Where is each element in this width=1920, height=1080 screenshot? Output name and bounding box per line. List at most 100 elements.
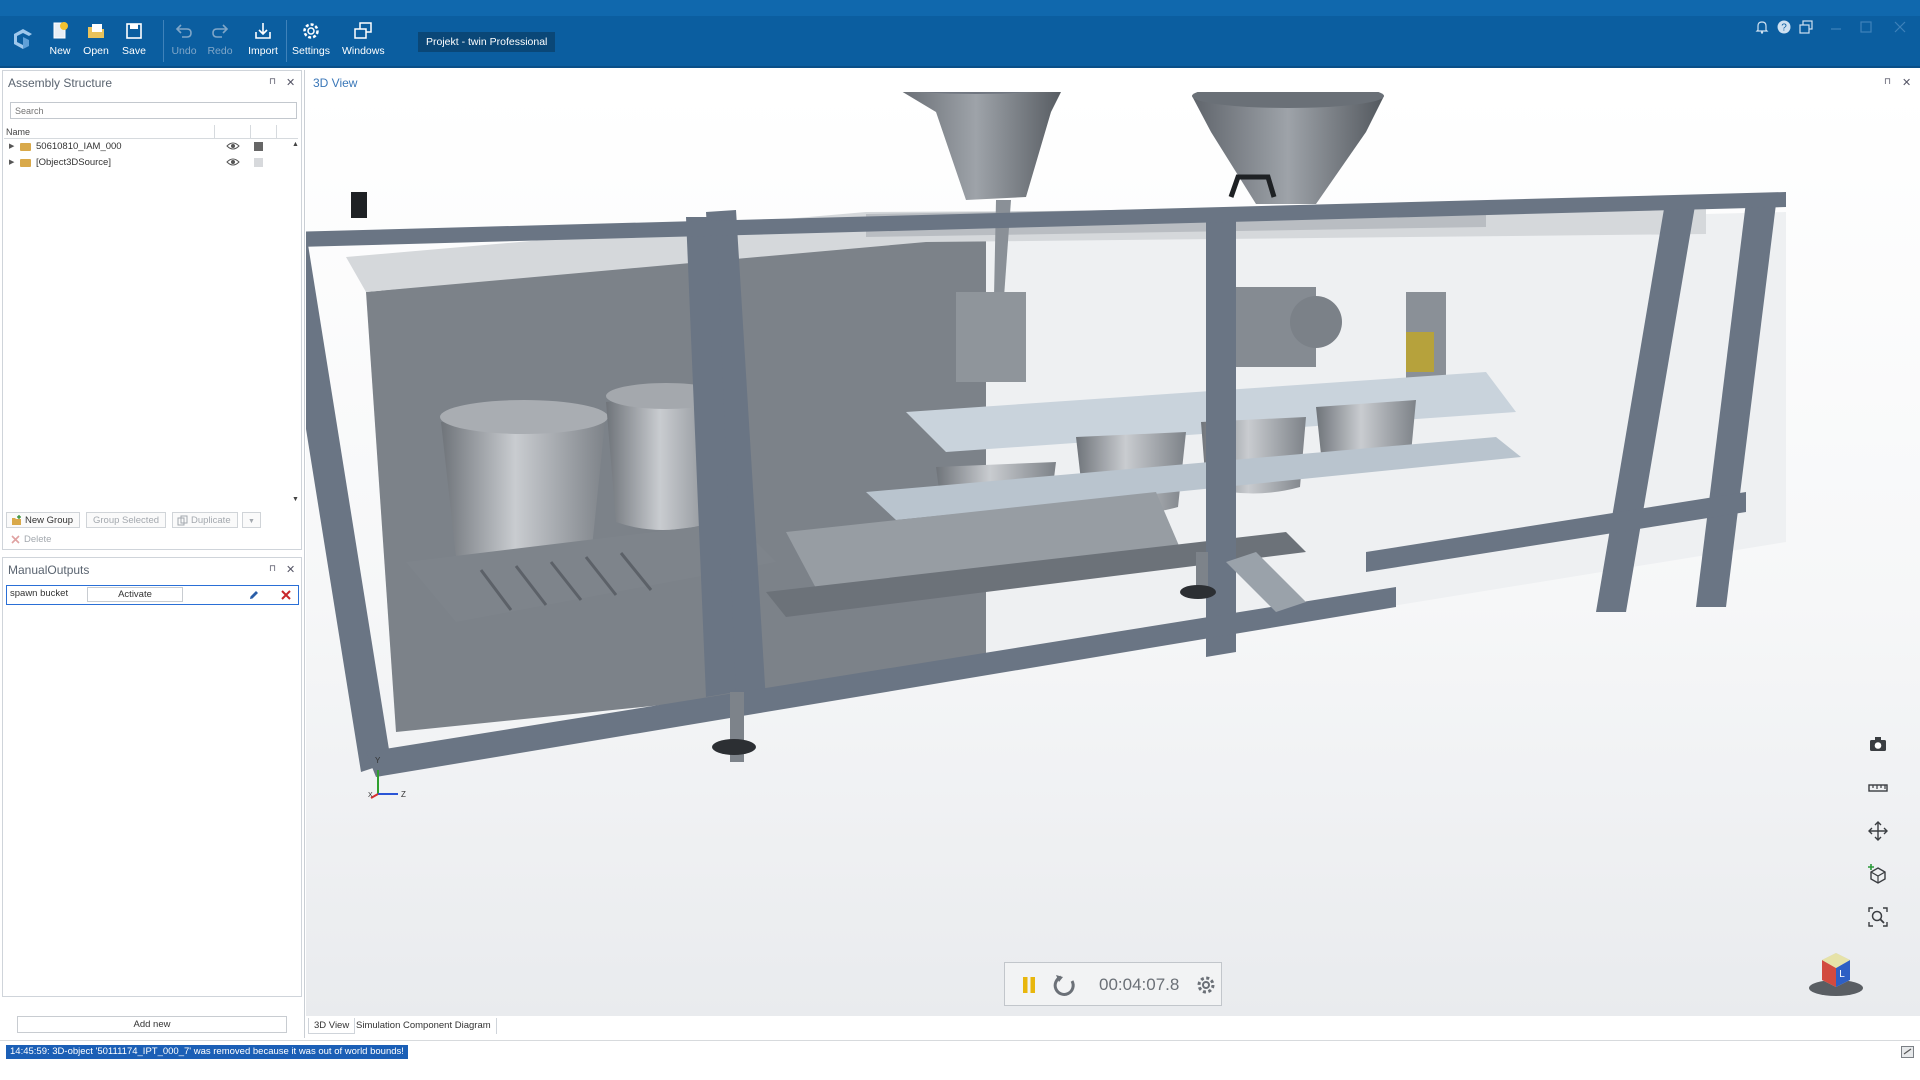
- axis-triad: [370, 770, 398, 799]
- assembly-pin-icon[interactable]: ⊓: [269, 76, 276, 87]
- 3d-viewport[interactable]: Y Z X: [306, 92, 1920, 1016]
- delete-x-icon[interactable]: [280, 589, 292, 601]
- column-name-header: Name: [6, 127, 31, 137]
- delete-button[interactable]: Delete: [6, 532, 57, 548]
- column-divider[interactable]: [250, 125, 251, 139]
- app-logo-icon[interactable]: [10, 26, 36, 52]
- bell-icon[interactable]: [1754, 19, 1770, 35]
- assembly-search-input[interactable]: [10, 102, 297, 119]
- manual-output-name[interactable]: spawn bucket: [10, 588, 68, 599]
- import-button[interactable]: Import: [246, 20, 280, 62]
- group-selected-button[interactable]: Group Selected: [86, 512, 167, 528]
- maximize-icon[interactable]: [1858, 19, 1874, 35]
- move-arrows-icon[interactable]: [1867, 820, 1889, 842]
- machine-model[interactable]: [306, 92, 1920, 1016]
- group-selected-label: Group Selected: [93, 515, 160, 526]
- windows-icon: [354, 22, 372, 39]
- new-group-icon: [12, 515, 21, 525]
- status-message[interactable]: 14:45:59: 3D-object '50111174_IPT_000_7'…: [6, 1045, 408, 1059]
- manual-outputs-pin-icon[interactable]: ⊓: [269, 563, 276, 574]
- view-pin-icon[interactable]: ⊓: [1884, 76, 1891, 87]
- import-icon: [255, 23, 271, 39]
- measure-ruler-icon[interactable]: [1867, 777, 1889, 799]
- close-window-icon[interactable]: [1892, 19, 1908, 35]
- folder-icon: [20, 143, 31, 151]
- duplicate-icon: [177, 515, 188, 526]
- restore-window-icon[interactable]: [1798, 19, 1814, 35]
- tab-simulation-component-diagram[interactable]: Simulation Component Diagram: [351, 1018, 497, 1034]
- tab-3d-view[interactable]: 3D View: [308, 1018, 356, 1034]
- new-button[interactable]: New: [46, 20, 74, 62]
- new-group-label: New Group: [25, 515, 74, 526]
- color-swatch[interactable]: [254, 158, 263, 167]
- manual-output-row[interactable]: spawn bucket Activate: [6, 585, 299, 605]
- open-label: Open: [83, 45, 109, 57]
- folder-icon: [20, 159, 31, 167]
- axis-x-label: X: [368, 792, 373, 799]
- minimize-icon[interactable]: [1828, 19, 1844, 35]
- valve-block: [1406, 332, 1434, 372]
- redo-label: Redo: [207, 45, 233, 57]
- tree-item[interactable]: ▶ [Object3DSource]: [4, 155, 294, 170]
- assembly-structure-title: Assembly Structure: [8, 76, 113, 90]
- ribbon-toolbar: New Open Save Undo Redo Import Settings …: [0, 0, 1920, 68]
- new-group-button[interactable]: New Group: [6, 512, 81, 528]
- tree-item[interactable]: ▶ 50610810_IAM_000: [4, 139, 294, 154]
- title-strip: [0, 0, 1920, 16]
- duplicate-button[interactable]: Duplicate: [172, 512, 238, 528]
- view-title: 3D View: [313, 76, 358, 90]
- import-label: Import: [248, 45, 278, 57]
- axis-y-label: Y: [375, 756, 381, 765]
- assembly-close-icon[interactable]: ✕: [286, 76, 295, 89]
- toolbar-separator: [286, 20, 287, 62]
- toolbar-separator: [163, 20, 164, 62]
- save-button[interactable]: Save: [120, 20, 148, 62]
- undo-button[interactable]: Undo: [170, 20, 198, 62]
- windows-button[interactable]: Windows: [342, 20, 385, 62]
- column-divider[interactable]: [214, 125, 215, 139]
- handle-left: [351, 192, 367, 218]
- delete-label: Delete: [24, 534, 52, 545]
- reset-icon[interactable]: [1051, 973, 1077, 997]
- save-disk-icon: [126, 23, 142, 39]
- scroll-up-icon[interactable]: ▲: [292, 141, 299, 148]
- duplicate-dropdown[interactable]: ▼: [242, 512, 261, 528]
- add-object-icon[interactable]: [1867, 863, 1889, 885]
- settings-button[interactable]: Settings: [292, 20, 330, 62]
- save-label: Save: [122, 45, 146, 57]
- scroll-down-icon[interactable]: ▼: [292, 496, 299, 503]
- activate-button[interactable]: Activate: [87, 587, 183, 602]
- new-file-icon: [53, 22, 68, 39]
- manual-outputs-close-icon[interactable]: ✕: [286, 563, 295, 576]
- zoom-fit-icon[interactable]: [1867, 906, 1889, 928]
- redo-button[interactable]: Redo: [206, 20, 234, 62]
- visibility-eye-icon[interactable]: [226, 156, 240, 168]
- view-cube-icon[interactable]: L: [1806, 948, 1866, 998]
- manual-outputs-title: ManualOutputs: [8, 563, 90, 577]
- svg-text:L: L: [1839, 969, 1845, 980]
- view-close-icon[interactable]: ✕: [1902, 76, 1911, 89]
- simulation-settings-gear-icon[interactable]: [1195, 974, 1217, 996]
- help-icon[interactable]: ?: [1776, 19, 1792, 35]
- status-icon[interactable]: [1901, 1046, 1914, 1058]
- add-new-button[interactable]: Add new: [17, 1016, 287, 1033]
- chevron-down-icon: ▼: [248, 518, 255, 525]
- pause-icon[interactable]: [1019, 975, 1039, 995]
- windows-label: Windows: [342, 45, 385, 57]
- open-button[interactable]: Open: [80, 20, 112, 62]
- tree-item-label: [Object3DSource]: [36, 157, 111, 168]
- doser-left: [956, 292, 1026, 382]
- column-divider[interactable]: [276, 125, 277, 139]
- hopper-right: [1192, 96, 1384, 204]
- expand-caret-icon[interactable]: ▶: [9, 155, 14, 170]
- simulation-timer: 00:04:07.8: [1099, 975, 1180, 994]
- color-swatch[interactable]: [254, 142, 263, 151]
- bucket-front-1-rim: [440, 400, 608, 434]
- new-label: New: [49, 45, 71, 57]
- visibility-eye-icon[interactable]: [226, 140, 240, 152]
- project-title: Projekt - twin Professional: [418, 32, 556, 52]
- camera-icon[interactable]: [1867, 733, 1889, 755]
- edit-pencil-icon[interactable]: [248, 589, 260, 601]
- foot-left: [712, 739, 756, 755]
- expand-caret-icon[interactable]: ▶: [9, 139, 14, 154]
